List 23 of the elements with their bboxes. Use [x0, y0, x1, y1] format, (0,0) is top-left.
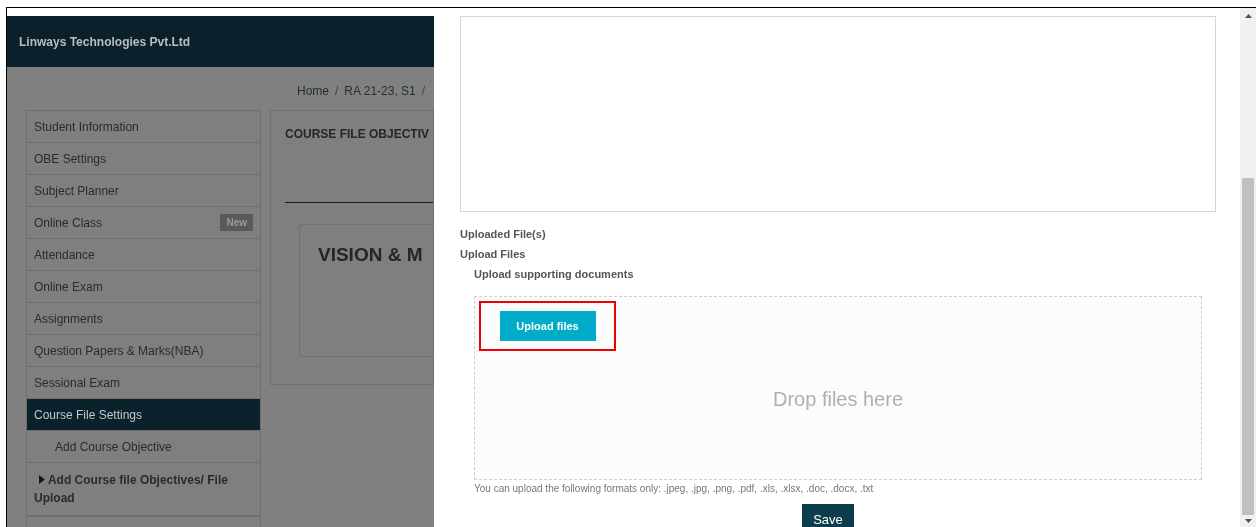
text-area[interactable] — [460, 16, 1216, 212]
section-label: Uploaded File(s) — [460, 228, 547, 241]
scroll-thumb[interactable] — [1242, 178, 1254, 515]
section-label: Upload Files — [460, 248, 527, 261]
formats-hint: You can upload the following formats only: .jpeg, .jpg, .png, .pdf, .xls, .xlsx, .doc, .docx, .txt — [474, 482, 875, 496]
section-title: COURSE FILE OBJECTIV — [285, 126, 431, 143]
scroll-up-icon[interactable] — [1244, 14, 1252, 18]
breadcrumb-separator: / — [421, 83, 426, 100]
caret-icon — [39, 475, 45, 484]
breadcrumb-link[interactable]: RA 21-23, S1 — [344, 82, 416, 110]
scroll-down-icon[interactable] — [1244, 519, 1252, 523]
card-heading: VISION & M — [318, 244, 423, 265]
breadcrumb-separator: / — [335, 83, 339, 100]
dropzone[interactable]: Upload files Drop files here — [474, 296, 1202, 480]
upload-files-button[interactable]: Upload files — [499, 311, 596, 341]
breadcrumb-link[interactable]: Home — [297, 82, 329, 110]
drop-hint: Drop files here — [772, 387, 904, 412]
sidebar-item[interactable]: Course File Settings — [27, 399, 260, 431]
scrollbar[interactable] — [1240, 8, 1256, 527]
save-button[interactable]: Save — [802, 504, 854, 527]
upload-heading: Upload supporting documents — [474, 268, 635, 281]
new-badge: New — [220, 214, 253, 231]
company-name: Linways Technologies Pvt.Ltd — [19, 33, 191, 51]
